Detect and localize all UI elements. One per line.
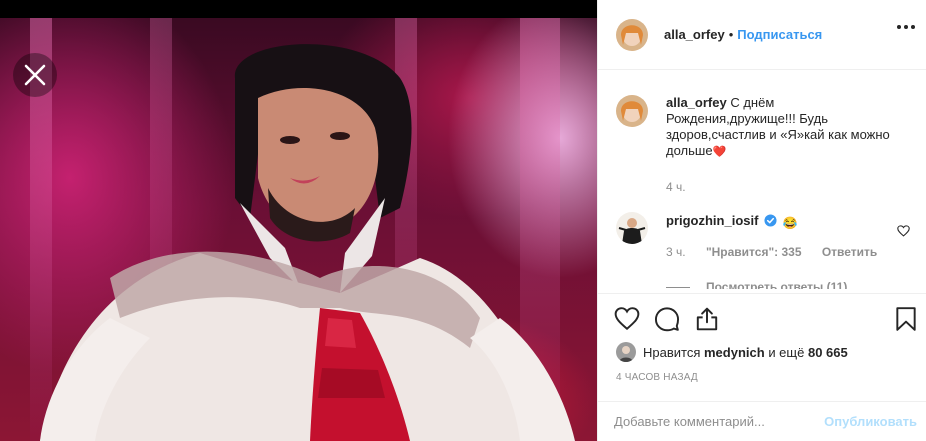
- caption-username[interactable]: alla_orfey: [666, 95, 727, 110]
- liker-avatar[interactable]: [616, 342, 636, 362]
- likes-prefix: Нравится: [643, 344, 701, 360]
- close-icon: [24, 64, 46, 86]
- separator-dot: •: [728, 27, 734, 42]
- add-comment-bar: Опубликовать: [598, 401, 926, 441]
- comment-time[interactable]: 3 ч.: [666, 245, 686, 259]
- view-replies-link[interactable]: Посмотреть ответы (11): [666, 280, 847, 289]
- likes-count[interactable]: 80 665: [808, 345, 848, 360]
- caption-avatar[interactable]: [616, 95, 648, 127]
- more-options-icon[interactable]: [897, 25, 915, 29]
- likes-user[interactable]: medynich: [704, 345, 765, 360]
- share-icon[interactable]: [694, 306, 720, 332]
- post-photo[interactable]: [0, 18, 597, 441]
- view-replies-label: Посмотреть ответы (11): [706, 280, 848, 289]
- comment-icon[interactable]: [654, 306, 680, 332]
- author-username[interactable]: alla_orfey: [664, 27, 725, 42]
- likes-middle: и ещё: [768, 344, 805, 360]
- caption-body: alla_orfey С днём Рождения,дружище!!! Бу…: [666, 95, 906, 160]
- publish-button[interactable]: Опубликовать: [824, 414, 917, 429]
- post-timestamp[interactable]: 4 ЧАСОВ НАЗАД: [616, 372, 698, 383]
- heart-icon[interactable]: [614, 306, 640, 332]
- caption-time[interactable]: 4 ч.: [666, 180, 686, 194]
- comment-likes[interactable]: "Нравится": 335: [706, 245, 802, 259]
- post-header: alla_orfey • Подписаться: [598, 0, 926, 70]
- author-avatar[interactable]: [616, 18, 648, 51]
- comment-body: prigozhin_iosif 😂: [666, 213, 798, 231]
- verified-badge-icon: [764, 214, 777, 227]
- post-side-panel: alla_orfey • Подписаться alla_orfey С дн…: [597, 0, 926, 441]
- action-icons: [614, 306, 720, 332]
- close-button[interactable]: [13, 53, 57, 97]
- likes-summary: Нравится medynich и ещё 80 665: [616, 342, 848, 362]
- viewer-top-strip: [0, 0, 597, 18]
- comment-meta: 3 ч. "Нравится": 335 Ответить: [666, 245, 894, 259]
- comments-list: alla_orfey С днём Рождения,дружище!!! Бу…: [598, 71, 926, 289]
- commenter-avatar[interactable]: [616, 212, 648, 244]
- laughing-emoji: 😂: [782, 216, 798, 230]
- commenter-username[interactable]: prigozhin_iosif: [666, 213, 758, 228]
- red-heart-emoji: ❤️: [712, 146, 727, 158]
- bookmark-icon[interactable]: [893, 306, 919, 332]
- reply-button[interactable]: Ответить: [822, 245, 877, 259]
- comment-heart-icon[interactable]: [897, 225, 910, 237]
- post-actions: Нравится medynich и ещё 80 665 4 ЧАСОВ Н…: [598, 293, 926, 401]
- comment-input[interactable]: [614, 414, 820, 429]
- follow-button[interactable]: Подписаться: [737, 27, 822, 42]
